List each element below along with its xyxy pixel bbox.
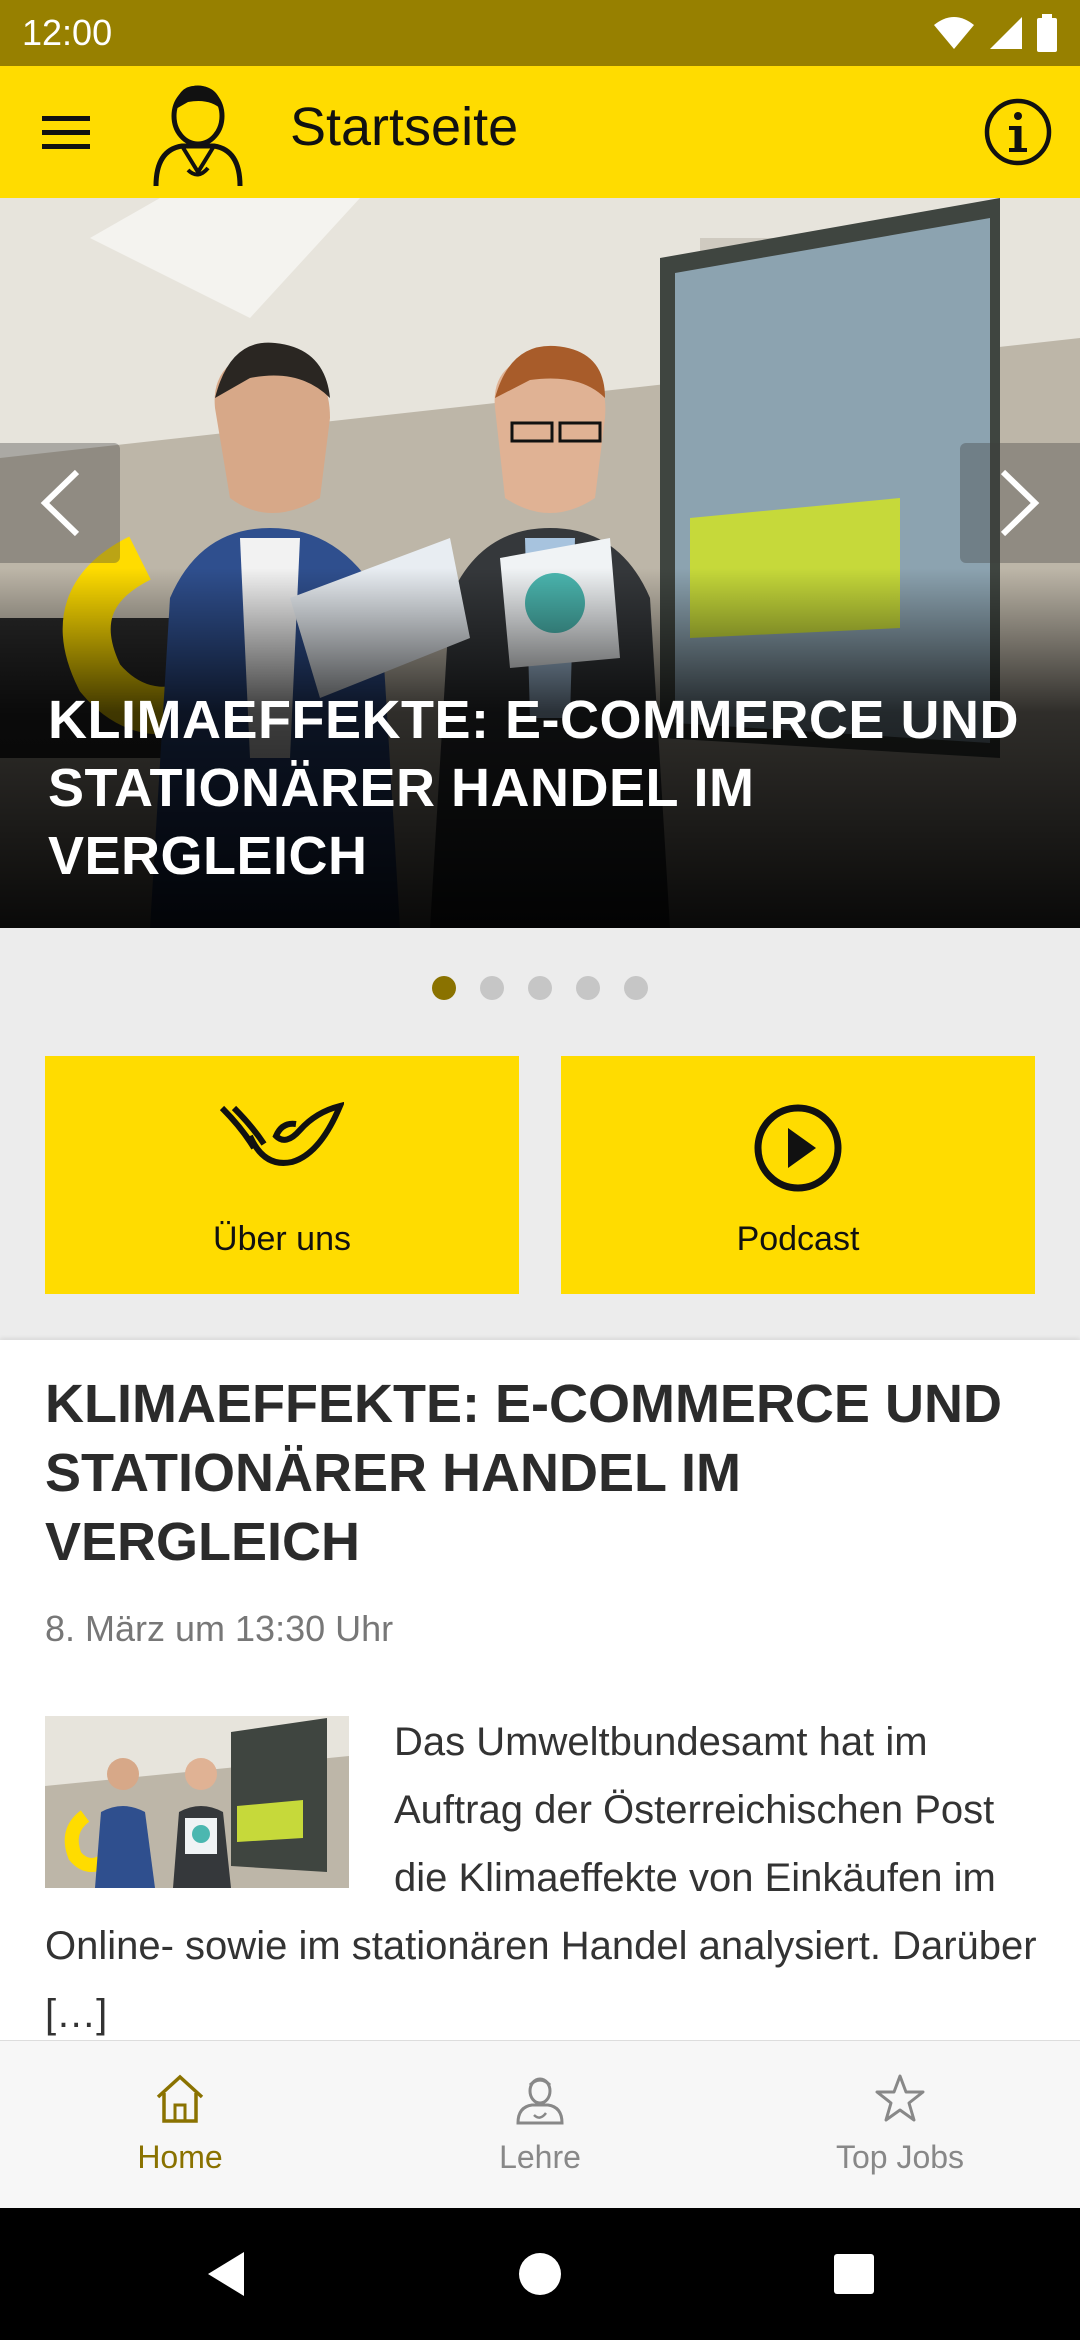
podcast-label: Podcast [736,1220,860,1258]
battery-icon [1037,14,1057,52]
nav-home[interactable]: Home [0,2041,360,2208]
chevron-right-icon [1000,469,1040,537]
carousel-prev-button[interactable] [0,443,120,563]
home-icon [156,2074,204,2123]
app-bar: Startseite [0,66,1080,198]
star-icon [875,2074,925,2122]
info-button[interactable] [982,96,1054,168]
app-logo-icon [153,85,243,187]
wifi-icon [934,17,974,49]
home-button-icon[interactable] [514,2248,566,2300]
menu-button[interactable] [30,102,102,162]
signal-icon [990,17,1022,49]
page-title: Startseite [290,97,519,157]
carousel-next-button[interactable] [960,443,1080,563]
info-icon [984,98,1052,166]
article-body: Das Umweltbundesamt hat im Auftrag der Ö… [45,1708,1040,2040]
hamburger-icon [42,116,90,149]
article-card[interactable]: KLIMAEFFEKTE: E-COMMERCE UND STATIONÄRER… [0,1340,1080,2040]
nav-top-jobs-label: Top Jobs [835,2139,965,2175]
apprentice-icon [516,2077,564,2125]
recents-icon[interactable] [828,2248,880,2300]
carousel-indicator [0,976,1080,1006]
carousel-dot[interactable] [576,976,600,1000]
status-bar: 12:00 [0,0,1080,66]
article-title[interactable]: KLIMAEFFEKTE: E-COMMERCE UND STATIONÄRER… [45,1370,1040,1577]
nav-lehre[interactable]: Lehre [360,2041,720,2208]
status-time: 12:00 [22,12,113,53]
hero-carousel[interactable]: KLIMAEFFEKTE: E-COMMERCE UND STATIONÄRER… [0,198,1080,928]
back-icon[interactable] [200,2248,252,2300]
nav-home-label: Home [137,2139,223,2175]
about-us-label: Über uns [213,1220,351,1258]
nav-top-jobs[interactable]: Top Jobs [720,2041,1080,2208]
article-thumbnail[interactable] [45,1716,349,1888]
play-circle-icon [754,1104,842,1192]
carousel-dot[interactable] [432,976,456,1000]
post-horn-icon [220,1102,344,1166]
status-icons [934,14,1058,52]
chevron-left-icon [40,469,80,537]
article-date: 8. März um 13:30 Uhr [45,1608,394,1649]
carousel-dot[interactable] [624,976,648,1000]
about-us-tile[interactable]: Über uns [45,1056,519,1294]
hero-title[interactable]: KLIMAEFFEKTE: E-COMMERCE UND STATIONÄRER… [48,686,1040,890]
system-navigation-bar [0,2208,1080,2340]
nav-lehre-label: Lehre [499,2139,581,2175]
bottom-navigation: Home Lehre Top Jobs [0,2040,1080,2208]
carousel-dot[interactable] [480,976,504,1000]
podcast-tile[interactable]: Podcast [561,1056,1035,1294]
carousel-dot[interactable] [528,976,552,1000]
